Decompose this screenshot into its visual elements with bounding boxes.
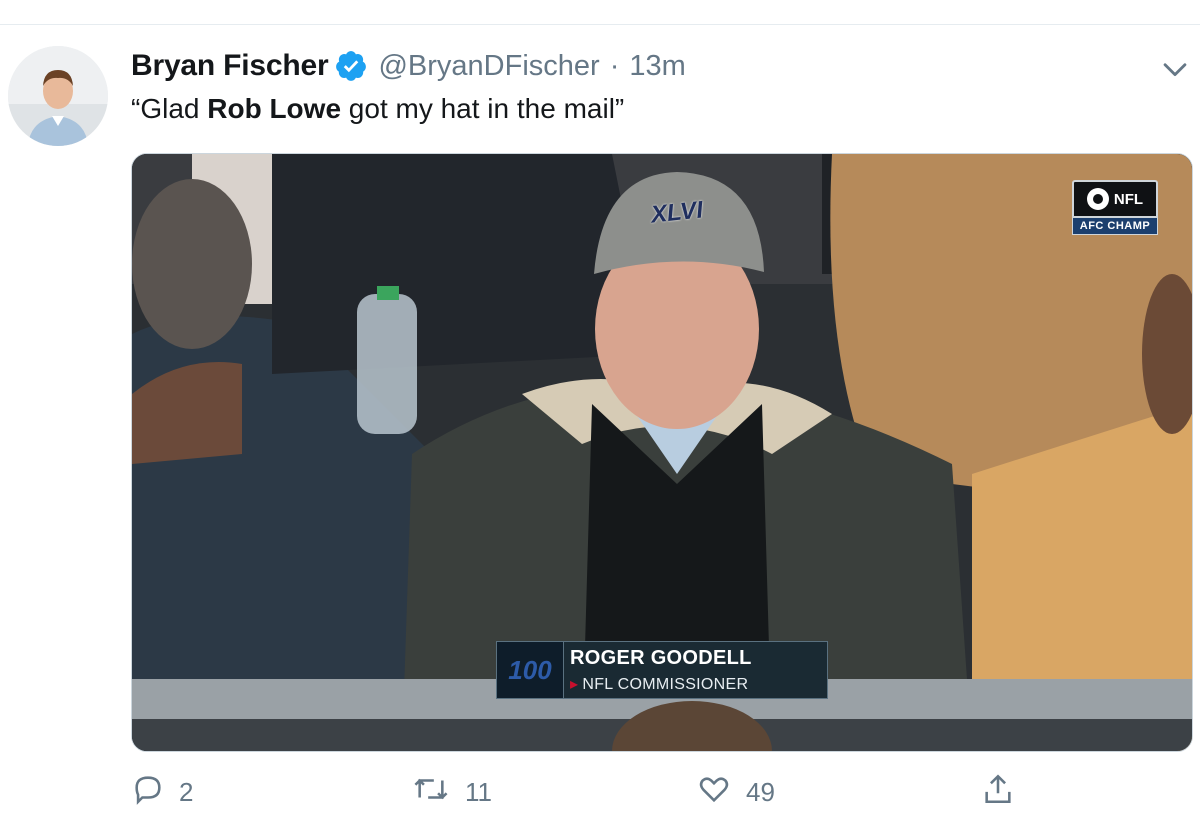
network-label: NFL <box>1113 190 1144 208</box>
like-count: 49 <box>746 777 775 807</box>
nfl-100-logo: 100 <box>497 642 563 698</box>
tweet-text-bold: Rob Lowe <box>207 93 342 124</box>
reply-count: 2 <box>179 777 194 807</box>
lower-third-name: ROGER GOODELL <box>570 646 752 669</box>
share-icon <box>981 772 1029 813</box>
cbs-eye-icon <box>1086 188 1109 210</box>
tweet-media[interactable]: XLVI NFL AFC CHAMP 100 ROGER GOODELL NFL… <box>131 153 1193 752</box>
network-bug: NFL AFC CHAMP <box>1072 180 1158 235</box>
tweet-header: Bryan Fischer @BryanDFischer · 13m <box>131 44 686 88</box>
like-button[interactable]: 49 <box>696 772 775 813</box>
retweet-button[interactable]: 11 <box>411 772 492 813</box>
lower-third-title: NFL COMMISSIONER <box>570 674 752 694</box>
retweet-count: 11 <box>465 777 492 807</box>
heart-icon <box>696 772 746 813</box>
display-name[interactable]: Bryan Fischer <box>131 49 329 83</box>
avatar[interactable] <box>8 46 108 146</box>
tweet-text-end: got my hat in the mail” <box>341 93 625 124</box>
timestamp[interactable]: 13m <box>629 50 685 83</box>
avatar-photo <box>8 46 108 146</box>
separator-dot: · <box>609 49 620 82</box>
network-bug-top: NFL <box>1072 180 1158 218</box>
share-button[interactable] <box>981 772 1029 813</box>
verified-badge-icon <box>334 49 368 83</box>
lower-third-graphic: 100 ROGER GOODELL NFL COMMISSIONER <box>496 641 828 699</box>
tweet-actions: 2 11 49 <box>131 772 1191 812</box>
reply-button[interactable]: 2 <box>131 772 193 813</box>
retweet-icon <box>411 772 465 813</box>
chevron-down-icon[interactable] <box>1158 52 1192 86</box>
reply-icon <box>131 772 179 813</box>
event-label: AFC CHAMP <box>1072 218 1158 235</box>
lower-third-text: ROGER GOODELL NFL COMMISSIONER <box>563 642 752 698</box>
tweet-text: “Glad Rob Lowe got my hat in the mail” <box>131 93 624 125</box>
top-divider <box>0 24 1200 25</box>
user-handle[interactable]: @BryanDFischer <box>378 50 599 83</box>
tweet-text-start: “Glad <box>131 93 208 124</box>
